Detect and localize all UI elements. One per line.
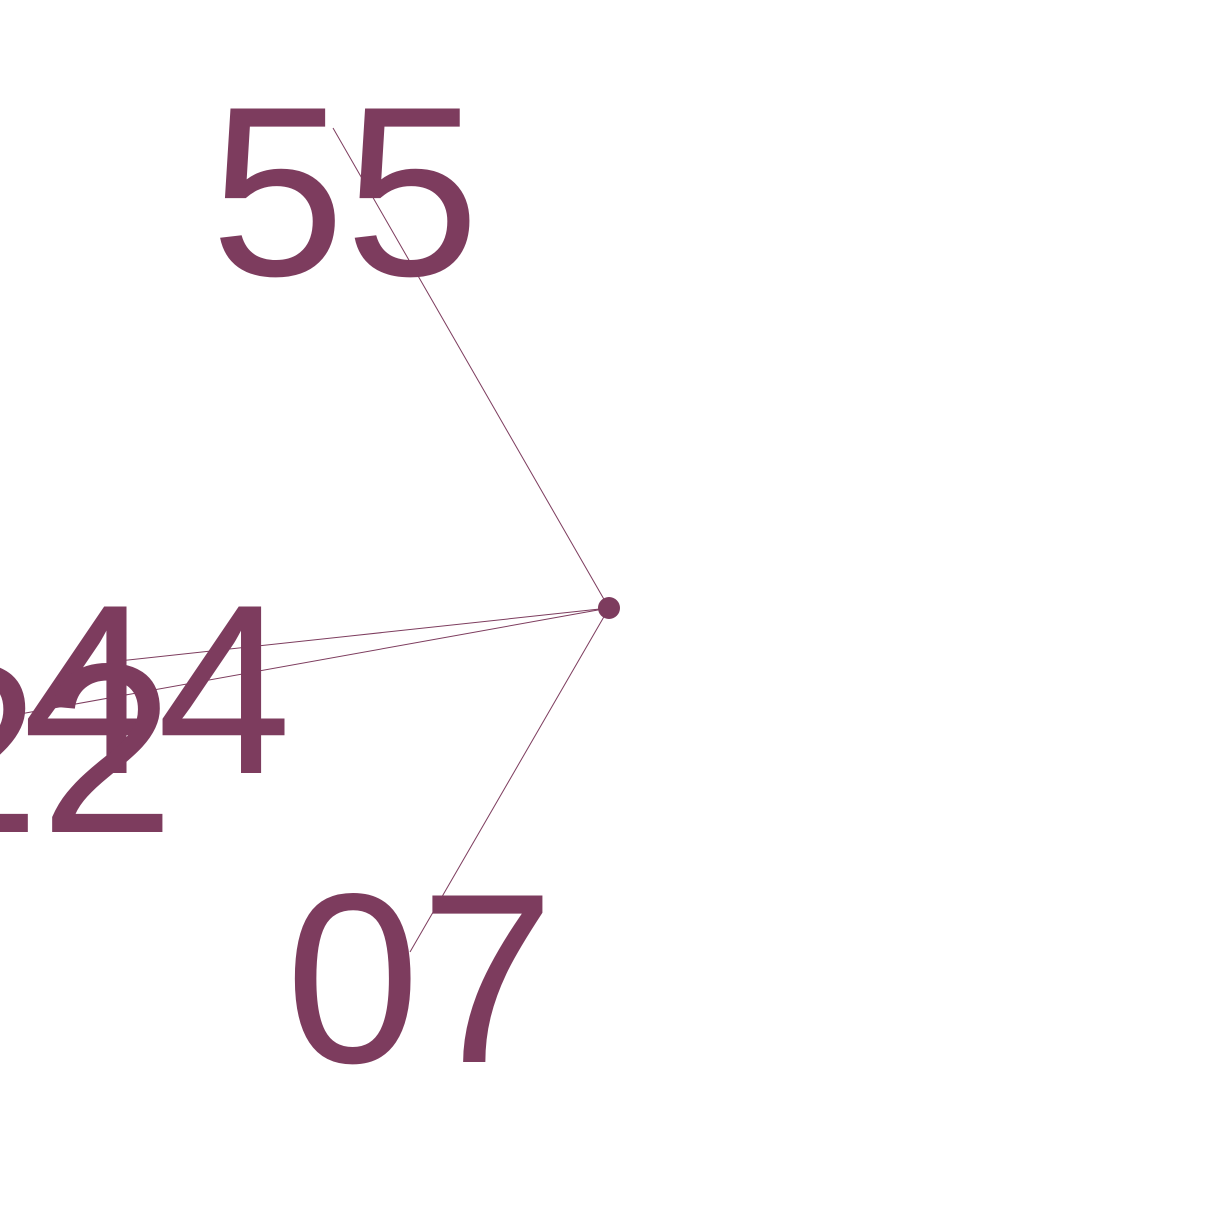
node-label-07: 07 — [285, 844, 554, 1114]
labels-layer: 55442207 — [0, 57, 555, 1114]
center-node — [598, 597, 620, 619]
network-diagram: 55442207 — [0, 57, 620, 1114]
node-label-55: 55 — [210, 57, 479, 327]
node-label-22: 22 — [0, 614, 175, 884]
